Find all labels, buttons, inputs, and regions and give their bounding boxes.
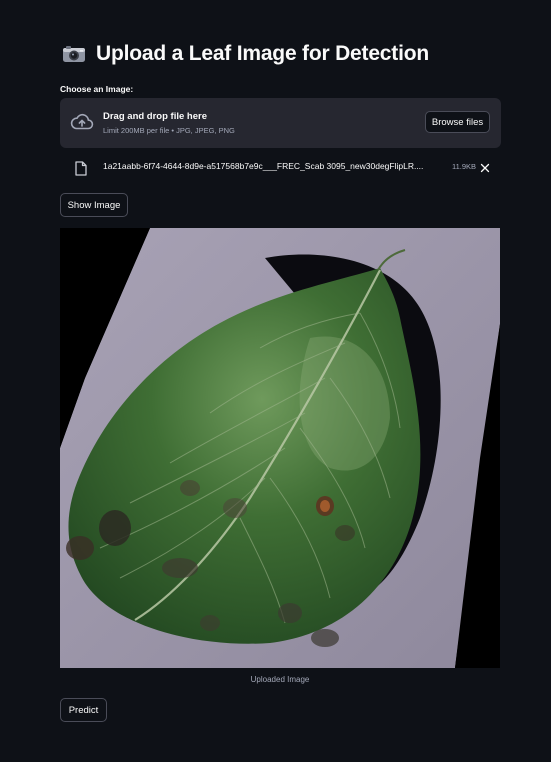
file-size: 11.9KB bbox=[452, 162, 477, 171]
browse-files-button[interactable]: Browse files bbox=[425, 111, 490, 133]
file-name: 1a21aabb-6f74-4644-8d9e-a517568b7e9c___F… bbox=[103, 161, 424, 171]
file-dropzone[interactable]: Drag and drop file here Limit 200MB per … bbox=[60, 98, 501, 148]
uploader-label: Choose an Image: bbox=[60, 84, 134, 94]
camera-icon bbox=[62, 45, 86, 63]
predict-button[interactable]: Predict bbox=[60, 698, 107, 722]
cloud-upload-icon bbox=[70, 112, 94, 132]
page-title: Upload a Leaf Image for Detection bbox=[62, 42, 429, 66]
show-image-button[interactable]: Show Image bbox=[60, 193, 128, 217]
uploaded-file-row: 1a21aabb-6f74-4644-8d9e-a517568b7e9c___F… bbox=[60, 156, 501, 180]
close-icon[interactable] bbox=[479, 161, 491, 173]
page-title-text: Upload a Leaf Image for Detection bbox=[96, 42, 429, 65]
dropzone-limit-text: Limit 200MB per file • JPG, JPEG, PNG bbox=[103, 126, 235, 135]
app-page: Upload a Leaf Image for Detection Choose… bbox=[0, 0, 551, 762]
file-icon bbox=[75, 161, 87, 176]
dropzone-title: Drag and drop file here bbox=[103, 111, 207, 122]
image-caption: Uploaded Image bbox=[250, 675, 310, 684]
uploaded-image bbox=[60, 228, 500, 668]
